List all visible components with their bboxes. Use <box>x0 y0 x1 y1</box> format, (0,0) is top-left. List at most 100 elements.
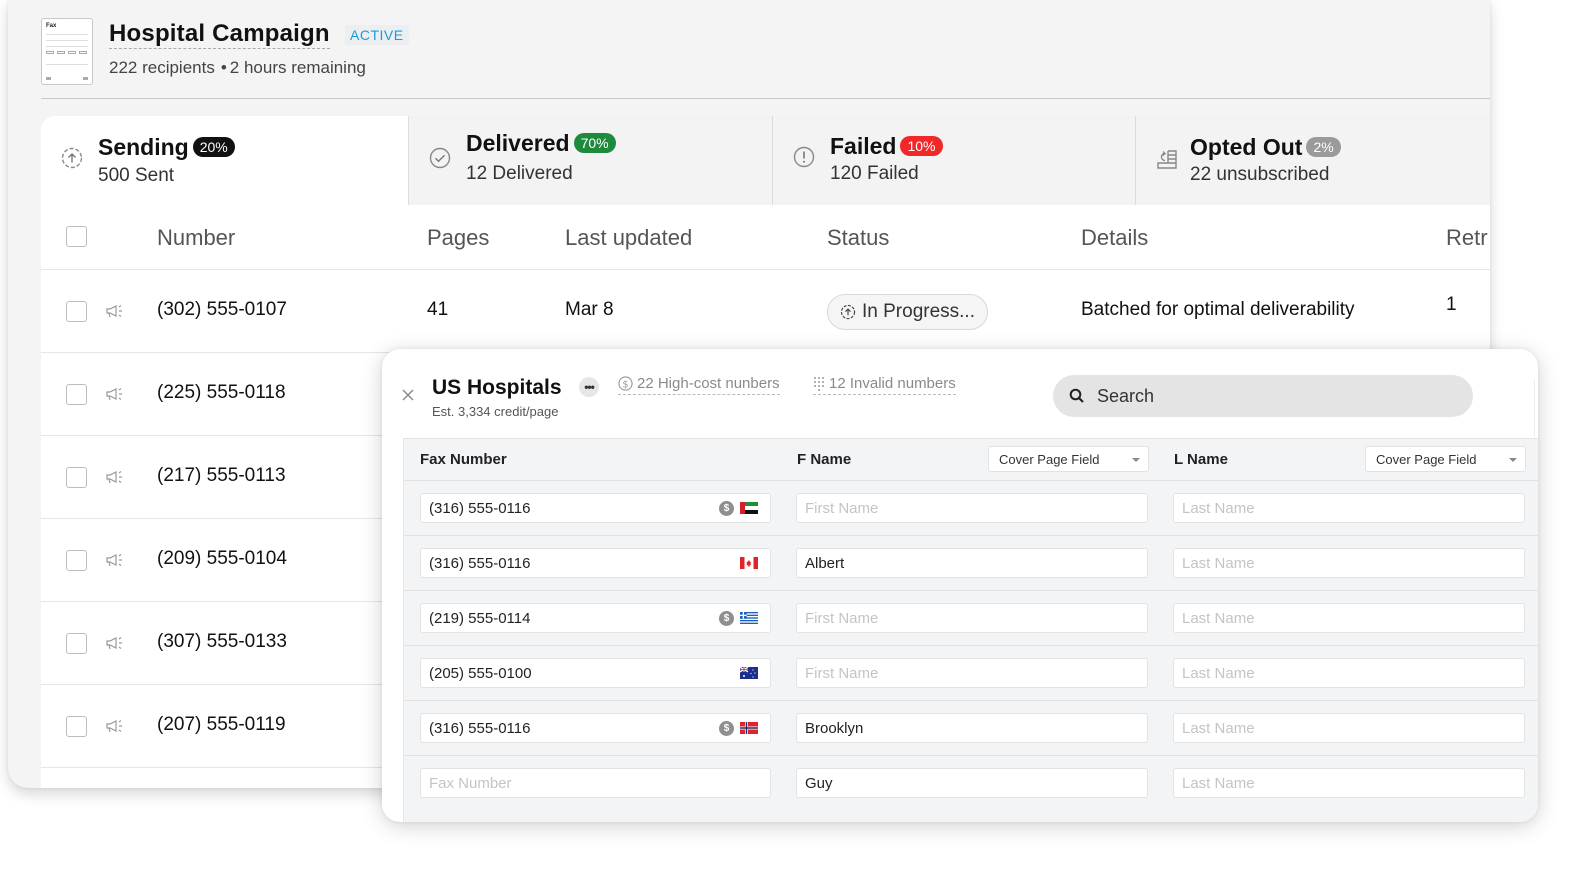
first-name-input[interactable] <box>796 603 1148 633</box>
fax-document-thumbnail[interactable]: Fax <box>41 18 93 85</box>
invalid-numbers-link[interactable]: 12 Invalid numbers <box>813 375 956 395</box>
us-hospitals-panel: US Hospitals ••• Est. 3,334 credit/page … <box>382 349 1538 822</box>
last-name-input[interactable] <box>1173 658 1525 688</box>
upload-circle-icon <box>840 304 856 320</box>
stat-label: Delivered 70% <box>466 130 616 157</box>
megaphone-icon <box>106 554 122 567</box>
mapping-row: $ <box>404 701 1538 756</box>
column-header-first-name: F Name <box>797 451 852 468</box>
last-name-input[interactable] <box>1173 768 1525 798</box>
stat-label: Opted Out 2% <box>1190 134 1341 161</box>
percent-badge: 10% <box>900 136 943 156</box>
last-name-input[interactable] <box>1173 603 1525 633</box>
svg-text:$: $ <box>623 379 629 390</box>
tab-sending[interactable]: Sending 20% 500 Sent <box>41 116 409 205</box>
column-header-last-updated[interactable]: Last updated <box>565 225 692 251</box>
percent-badge: 70% <box>573 133 616 153</box>
row-retries: 1 <box>1446 294 1457 315</box>
first-name-input[interactable] <box>796 713 1148 743</box>
high-cost-icon: $ <box>719 610 734 626</box>
megaphone-icon <box>106 637 122 650</box>
column-header-pages[interactable]: Pages <box>427 225 489 251</box>
column-header-retries[interactable]: Retr <box>1446 225 1488 251</box>
row-last-updated: Mar 8 <box>565 299 614 320</box>
australia-flag-icon <box>740 667 758 679</box>
stat-label: Sending 20% <box>98 134 235 161</box>
first-name-input[interactable] <box>796 548 1148 578</box>
column-header-number[interactable]: Number <box>157 225 235 251</box>
alert-circle-icon <box>793 146 815 168</box>
fax-adornments <box>740 666 758 680</box>
fax-adornments: $ <box>719 610 758 626</box>
row-checkbox[interactable] <box>66 716 87 737</box>
stat-sub: 22 unsubscribed <box>1190 164 1330 185</box>
first-name-input[interactable] <box>796 658 1148 688</box>
credit-estimate: Est. 3,334 credit/page <box>432 404 559 419</box>
megaphone-icon <box>106 305 122 318</box>
mapping-row <box>404 756 1538 811</box>
high-cost-numbers-link[interactable]: $ 22 High-cost nunbers <box>618 375 780 395</box>
row-number: (209) 555-0104 <box>157 548 287 569</box>
campaign-title[interactable]: Hospital Campaign <box>109 20 330 49</box>
close-icon[interactable] <box>400 387 416 403</box>
column-header-fax-number: Fax Number <box>420 451 507 468</box>
last-name-field-select[interactable]: Cover Page Field <box>1365 446 1526 472</box>
chevron-down-icon <box>1509 458 1517 462</box>
mapping-row <box>404 536 1538 591</box>
column-header-status[interactable]: Status <box>827 225 889 251</box>
upload-circle-icon <box>61 147 83 169</box>
fax-number-input[interactable] <box>420 658 771 688</box>
select-all-checkbox[interactable] <box>66 226 87 247</box>
tab-failed[interactable]: Failed 10% 120 Failed <box>773 116 1136 205</box>
row-number: (217) 555-0113 <box>157 465 286 486</box>
check-circle-icon <box>429 147 451 169</box>
search-box[interactable] <box>1053 375 1473 417</box>
megaphone-icon <box>106 388 122 401</box>
tab-delivered[interactable]: Delivered 70% 12 Delivered <box>409 116 773 205</box>
search-input[interactable] <box>1097 385 1437 407</box>
recipients-count: 222 recipients <box>109 58 215 77</box>
row-checkbox[interactable] <box>66 384 87 405</box>
opt-out-icon <box>1157 150 1177 169</box>
more-options-button[interactable]: ••• <box>579 377 599 397</box>
high-cost-label: 22 High-cost nunbers <box>637 375 780 392</box>
scrollbar-track[interactable] <box>1534 379 1535 437</box>
first-name-field-select[interactable]: Cover Page Field <box>988 446 1149 472</box>
megaphone-icon <box>106 471 122 484</box>
dollar-circle-icon: $ <box>618 376 633 391</box>
stat-sub: 500 Sent <box>98 165 175 186</box>
tab-opted-out[interactable]: Opted Out 2% 22 unsubscribed <box>1136 116 1490 205</box>
stat-sub: 120 Failed <box>830 163 919 184</box>
first-name-input[interactable] <box>796 768 1148 798</box>
stat-label: Failed 10% <box>830 133 943 160</box>
row-checkbox[interactable] <box>66 633 87 654</box>
percent-badge: 20% <box>192 137 235 157</box>
row-checkbox[interactable] <box>66 550 87 571</box>
uae-flag-icon <box>740 502 758 514</box>
fax-number-input[interactable] <box>420 548 771 578</box>
row-details: Batched for optimal deliverability <box>1081 299 1355 320</box>
first-name-input[interactable] <box>796 493 1148 523</box>
stat-tabs: Sending 20% 500 Sent Delivered 70% 12 Deli… <box>41 116 1490 205</box>
search-icon <box>1069 388 1084 403</box>
list-title: US Hospitals <box>432 376 562 399</box>
fax-adornments: $ <box>719 500 758 516</box>
mapping-row <box>404 646 1538 701</box>
last-name-input[interactable] <box>1173 493 1525 523</box>
fax-number-input[interactable] <box>420 768 771 798</box>
table-row[interactable]: (302) 555-0107 41 Mar 8 In Progress... B… <box>41 270 1490 353</box>
last-name-input[interactable] <box>1173 713 1525 743</box>
time-remaining: 2 hours remaining <box>229 58 366 77</box>
column-header-details[interactable]: Details <box>1081 225 1148 251</box>
mapping-row: $ <box>404 481 1538 536</box>
chevron-down-icon <box>1132 458 1140 462</box>
select-value: Cover Page Field <box>999 452 1100 467</box>
status-text: In Progress... <box>862 301 975 322</box>
row-checkbox[interactable] <box>66 467 87 488</box>
status-pill[interactable]: In Progress... <box>827 294 988 330</box>
thumbnail-title: Fax <box>46 23 57 29</box>
row-checkbox[interactable] <box>66 301 87 322</box>
column-header-last-name: L Name <box>1174 451 1228 468</box>
high-cost-icon: $ <box>719 500 734 516</box>
last-name-input[interactable] <box>1173 548 1525 578</box>
